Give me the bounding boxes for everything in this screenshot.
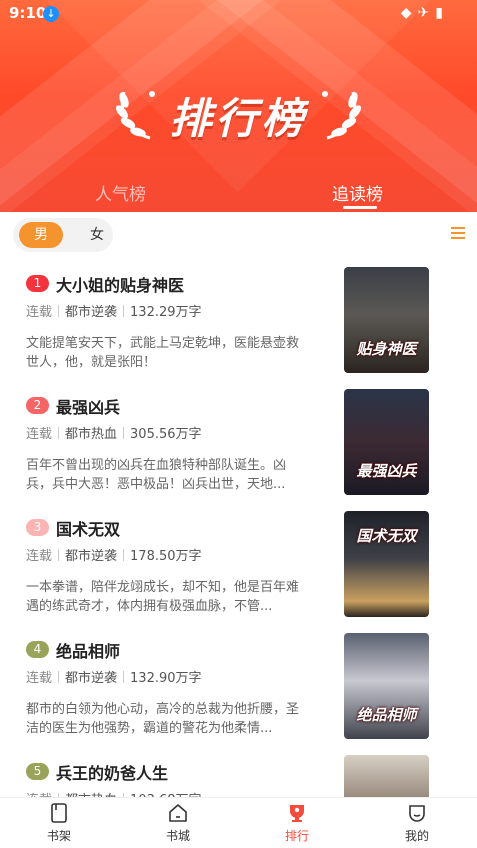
book-cover[interactable]: 绝品相师 — [344, 633, 429, 739]
nav-label: 排行 — [284, 829, 309, 843]
gender-toggle: 男 女 — [13, 218, 113, 252]
status-bar: 9:10 ↓ ◆✈▮ — [0, 0, 477, 28]
bookstore-icon — [169, 804, 187, 822]
book-genre: 都市逆袭 — [65, 671, 118, 686]
book-genre: 都市热血 — [65, 427, 118, 442]
nav-item-bookstore[interactable]: 书城 — [148, 802, 208, 844]
download-icon: ↓ — [43, 6, 59, 22]
cover-title: 最强凶兵 — [356, 462, 417, 480]
battery-icon: ▮ — [435, 5, 449, 21]
book-description: 一本拳谱，陪伴龙翊成长，却不知，他是百年难遇的练武奇才，体内拥有极强血脉，不管.… — [26, 580, 300, 614]
book-meta: 连载 都市逆袭 178.50万字 — [26, 545, 202, 564]
book-word-count: 132.90万字 — [130, 671, 202, 686]
book-cover[interactable]: 国术无双 — [344, 511, 429, 617]
book-word-count: 178.50万字 — [130, 549, 202, 564]
wifi-icon: ◆ — [400, 5, 418, 21]
list-item[interactable]: 1 大小姐的贴身神医 连载 都市逆袭 132.29万字 文能提笔安天下，武能上马定乾… — [0, 267, 477, 389]
header-banner: 9:10 ↓ ◆✈▮ 排行榜 人气榜 追读榜 — [0, 0, 477, 212]
book-cover[interactable]: 贴身神医 — [344, 267, 429, 373]
book-title: 绝品相师 — [56, 642, 121, 661]
rank-badge: 5 — [26, 763, 49, 780]
nav-item-bookshelf[interactable]: 书架 — [29, 802, 89, 844]
book-genre: 都市逆袭 — [65, 305, 118, 320]
book-description: 文能提笔安天下，武能上马定乾坤，医能悬壶救世人，他，就是张阳！ — [26, 336, 300, 370]
book-status: 连载 — [26, 549, 53, 564]
book-title: 大小姐的贴身神医 — [56, 276, 185, 295]
gender-male-button[interactable]: 男 — [19, 222, 63, 248]
list-item[interactable]: 2 最强凶兵 连载 都市热血 305.56万字 百年不曾出现的凶兵在血狼特种部队诞生… — [0, 389, 477, 511]
book-cover[interactable]: 最强凶兵 — [344, 389, 429, 495]
cover-title: 国术无双 — [356, 527, 417, 545]
list-item[interactable]: 4 绝品相师 连载 都市逆袭 132.90万字 都市的白领为他心动，高冷的总裁为他折… — [0, 633, 477, 755]
book-status: 连载 — [26, 427, 53, 442]
status-time: 9:10 — [9, 4, 47, 22]
tab-popularity[interactable]: 人气榜 — [95, 180, 146, 205]
book-title: 最强凶兵 — [56, 398, 121, 417]
wreath-icon — [322, 91, 361, 140]
airplane-icon: ✈ — [417, 5, 436, 21]
book-meta: 连载 都市热血 305.56万字 — [26, 423, 202, 442]
active-tab-indicator — [343, 206, 377, 209]
rank-badge: 3 — [26, 519, 49, 536]
book-title: 国术无双 — [56, 520, 121, 539]
list-item[interactable]: 3 国术无双 连载 都市逆袭 178.50万字 一本拳谱，陪伴龙翊成长，却不知，他是… — [0, 511, 477, 633]
book-description: 百年不曾出现的凶兵在血狼特种部队诞生。凶兵，兵中大恶！恶中极品！凶兵出世，天地.… — [26, 458, 287, 492]
tab-follow-reading[interactable]: 追读榜 — [332, 180, 383, 205]
bottom-nav: 书架 书城 排行 我的 — [0, 797, 477, 848]
book-meta: 连载 都市逆袭 132.29万字 — [26, 301, 202, 320]
rank-badge: 4 — [26, 641, 49, 658]
cover-title: 绝品相师 — [356, 706, 417, 724]
nav-label: 书城 — [165, 829, 190, 843]
book-status: 连载 — [26, 305, 53, 320]
book-meta: 连载 都市逆袭 132.90万字 — [26, 667, 202, 686]
book-description: 都市的白领为他心动，高冷的总裁为他折腰，圣洁的医生为他强势，霸道的警花为他柔情.… — [26, 702, 300, 736]
book-title: 兵王的奶爸人生 — [56, 764, 169, 783]
gender-female-button[interactable]: 女 — [75, 222, 119, 248]
rank-badge: 1 — [26, 275, 49, 292]
book-status: 连载 — [26, 671, 53, 686]
ranking-icon — [290, 805, 304, 822]
status-icons: ◆✈▮ — [401, 5, 449, 21]
nav-item-ranking[interactable]: 排行 — [267, 802, 327, 844]
ranking-tabs: 人气榜 追读榜 — [0, 180, 477, 212]
book-genre: 都市逆袭 — [65, 549, 118, 564]
page-title: 排行榜 — [169, 94, 308, 143]
list-menu-icon[interactable] — [451, 227, 465, 239]
nav-label: 我的 — [404, 829, 429, 843]
profile-icon — [409, 805, 425, 822]
nav-item-profile[interactable]: 我的 — [387, 802, 447, 844]
book-word-count: 132.29万字 — [130, 305, 202, 320]
nav-label: 书架 — [46, 829, 71, 843]
rank-badge: 2 — [26, 397, 49, 414]
book-word-count: 305.56万字 — [130, 427, 202, 442]
bookshelf-icon — [51, 803, 67, 823]
cover-title: 贴身神医 — [356, 340, 417, 358]
